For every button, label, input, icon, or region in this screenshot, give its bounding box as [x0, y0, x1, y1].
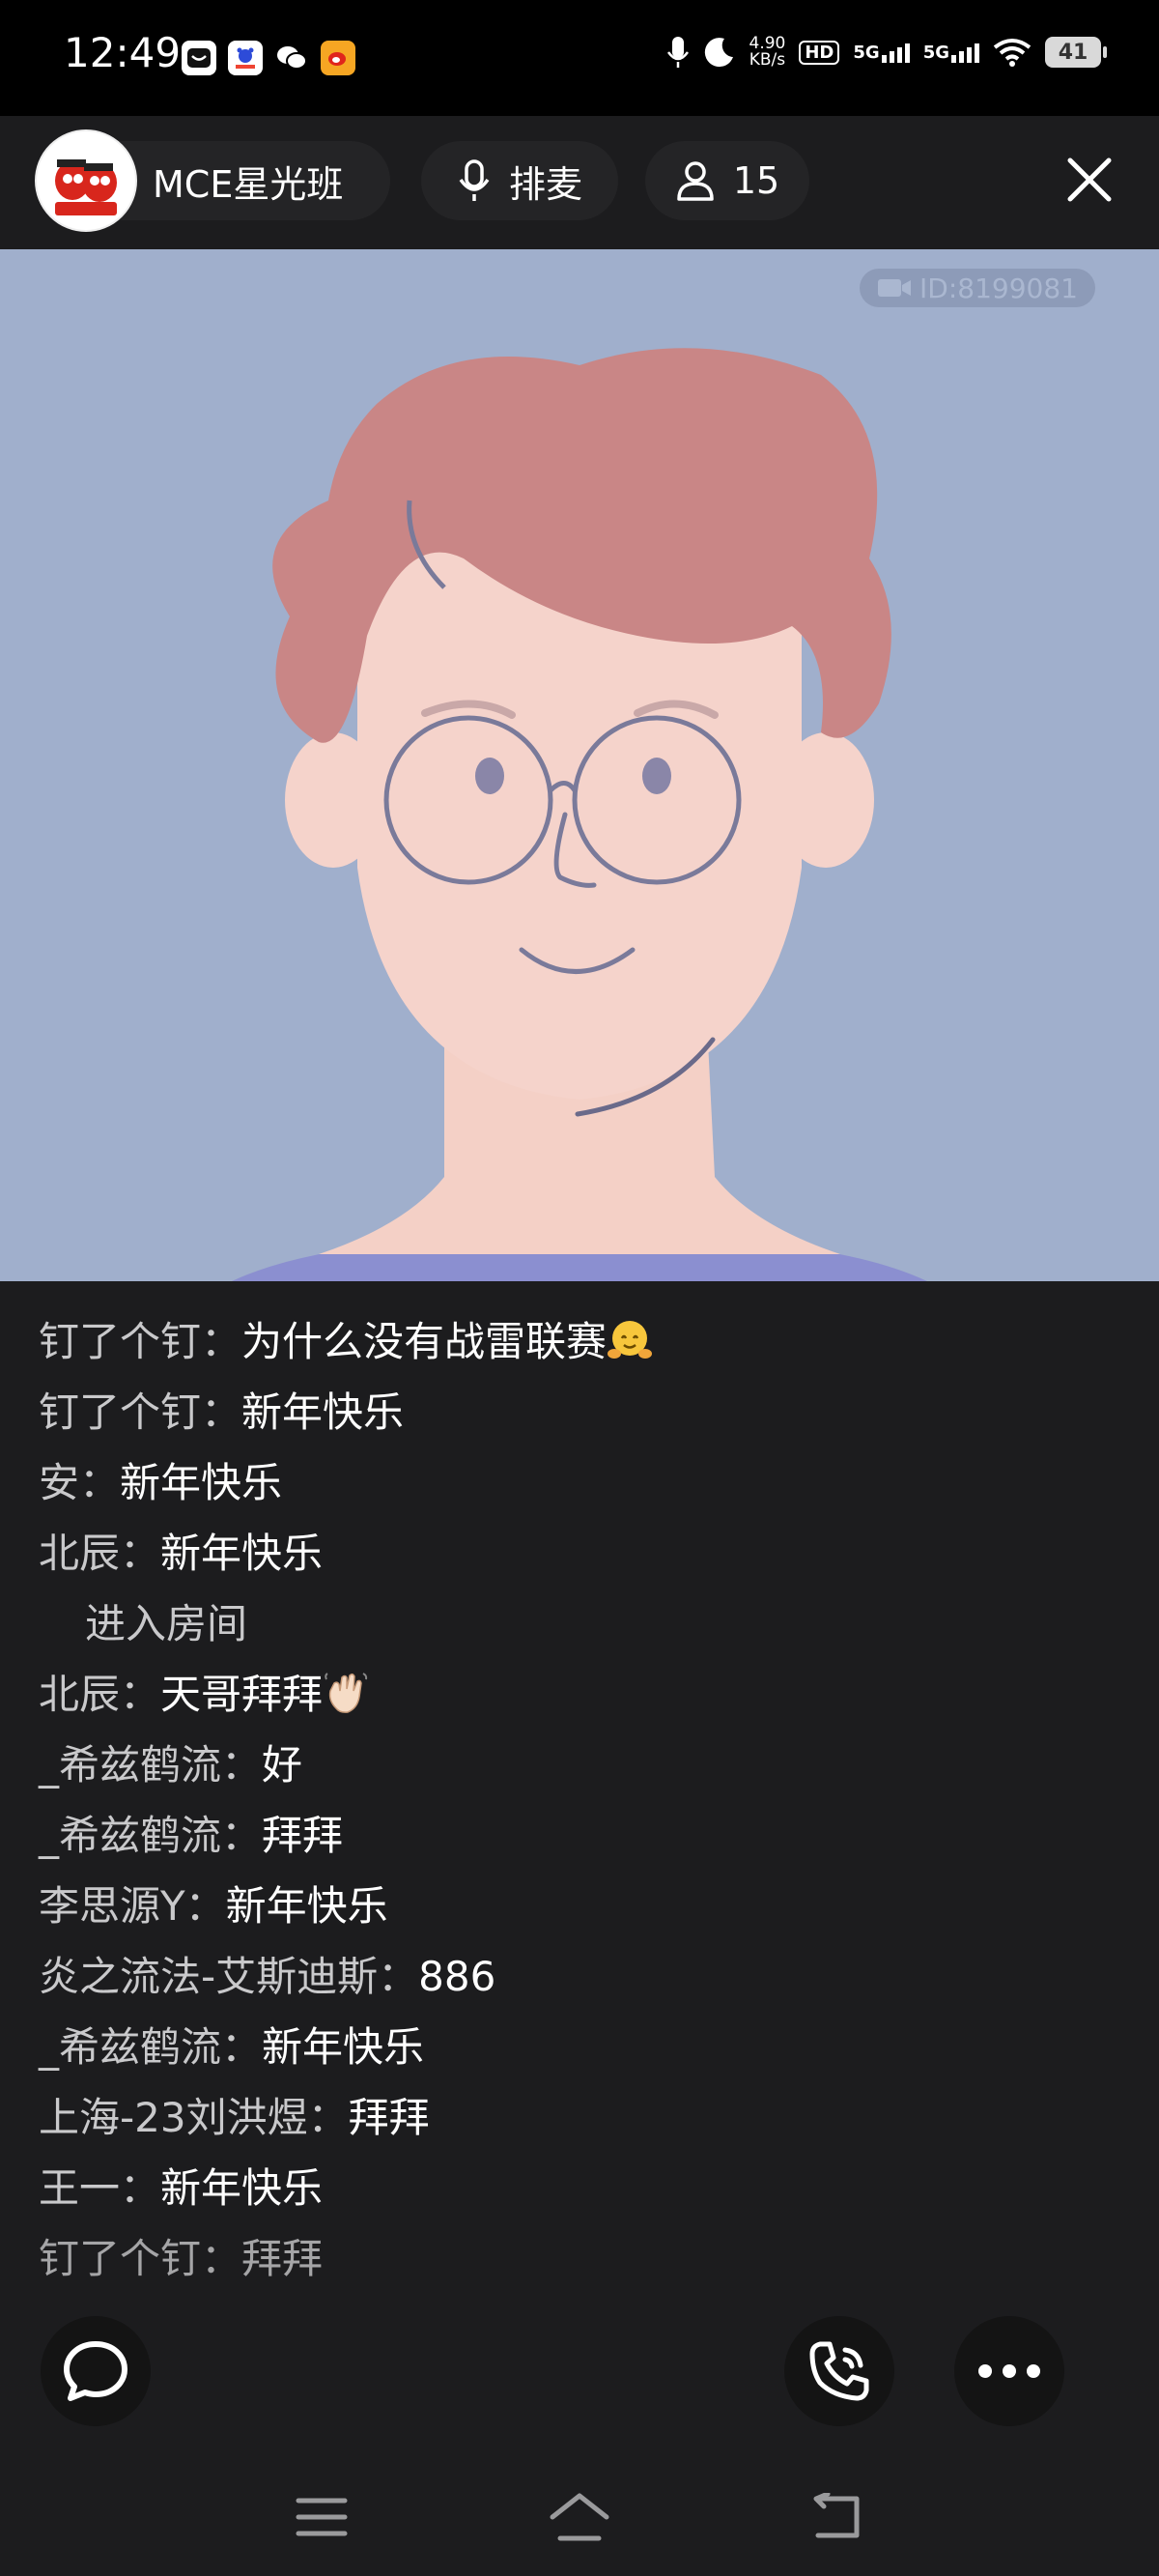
- chat-message: 北辰：天哥拜拜: [39, 1659, 1120, 1730]
- chat-button[interactable]: [41, 2316, 151, 2426]
- chat-text: 拜拜: [241, 2235, 324, 2282]
- member-count-button[interactable]: 15: [645, 141, 809, 220]
- chat-message: 王一：新年快乐: [39, 2153, 1120, 2223]
- chat-text: 拜拜: [348, 2094, 430, 2141]
- close-button[interactable]: [1060, 151, 1118, 209]
- microphone-icon: [459, 159, 490, 201]
- chat-text: 886: [418, 1953, 496, 2000]
- status-time: 12:49: [64, 29, 182, 76]
- message-app-icon: [182, 41, 216, 75]
- chat-text: 新年快乐: [160, 2164, 324, 2212]
- phone-call-icon: [809, 2341, 869, 2401]
- menu-icon: [296, 2498, 348, 2536]
- chat-username[interactable]: 安：: [39, 1459, 120, 1506]
- chat-text: 为什么没有战雷联赛: [241, 1318, 608, 1365]
- chat-text: 新年快乐: [262, 2023, 425, 2071]
- chat-username[interactable]: 北辰：: [39, 1530, 160, 1577]
- network-type-1: 5G: [853, 43, 880, 63]
- signal-2: 5G: [923, 42, 979, 63]
- close-icon: [1067, 157, 1112, 202]
- nav-back-button[interactable]: [804, 2483, 871, 2551]
- chat-text: 进入房间: [85, 1600, 248, 1647]
- chat-text: 拜拜: [262, 1812, 344, 1859]
- chat-username[interactable]: _希兹鹤流：: [39, 2023, 262, 2071]
- chat-message: _希兹鹤流：好: [39, 1730, 1120, 1800]
- chat-username[interactable]: 李思源Y：: [39, 1882, 226, 1930]
- speed-unit: KB/s: [749, 50, 786, 70]
- host-video-area[interactable]: ID:8199081: [0, 249, 1159, 1281]
- chat-username[interactable]: 钉了个钉：: [39, 2235, 241, 2282]
- chat-text: 新年快乐: [160, 1530, 324, 1577]
- hd-badge: HD: [799, 40, 840, 65]
- chat-username[interactable]: _希兹鹤流：: [39, 1812, 262, 1859]
- more-dots-icon: [978, 2364, 1040, 2378]
- chat-message: 李思源Y：新年快乐: [39, 1871, 1120, 1941]
- chat-text: 好: [262, 1741, 303, 1789]
- chat-message: 炎之流法-艾斯迪斯：886: [39, 1941, 1120, 2012]
- video-id-text: ID:8199081: [919, 272, 1078, 304]
- video-id-badge: ID:8199081: [860, 269, 1095, 307]
- chat-username[interactable]: 上海-23刘洪煜：: [39, 2094, 349, 2141]
- battery-indicator: 41: [1045, 37, 1107, 68]
- chat-system-message: 进入房间: [39, 1589, 1120, 1659]
- wifi-icon: [993, 39, 1032, 67]
- chat-text: 新年快乐: [120, 1459, 283, 1506]
- wechat-icon: [274, 41, 309, 75]
- chat-username[interactable]: 钉了个钉：: [39, 1318, 241, 1365]
- speech-bubble-icon: [64, 2341, 127, 2401]
- system-navigation-bar: [0, 2454, 1159, 2576]
- chat-message: 钉了个钉：新年快乐: [39, 1377, 1120, 1447]
- chat-username[interactable]: 钉了个钉：: [39, 1388, 241, 1436]
- network-speed: 4.90 KB/s: [749, 36, 786, 69]
- chat-username[interactable]: 北辰：: [39, 1671, 160, 1718]
- hugging-face-emoji-icon: [608, 1321, 653, 1359]
- member-count: 15: [732, 159, 780, 202]
- signal-1: 5G: [853, 42, 910, 63]
- baidu-app-icon: [228, 41, 263, 75]
- microphone-status-icon: [666, 37, 689, 68]
- room-name: MCE星光班: [153, 162, 344, 206]
- back-icon: [813, 2493, 860, 2538]
- more-options-button[interactable]: [954, 2316, 1064, 2426]
- video-camera-icon: [878, 279, 912, 297]
- chat-text: 新年快乐: [241, 1388, 405, 1436]
- chat-message-list[interactable]: 钉了个钉：为什么没有战雷联赛 钉了个钉：新年快乐 安：新年快乐 北辰：新年快乐 进入房间…: [39, 1306, 1120, 2294]
- room-header: MCE星光班 排麦 15: [0, 116, 1159, 249]
- chat-message: 钉了个钉：为什么没有战雷联赛: [39, 1306, 1120, 1377]
- do-not-disturb-moon-icon: [704, 38, 733, 68]
- mic-queue-button[interactable]: 排麦: [421, 141, 618, 220]
- signal-bars-icon: [881, 42, 910, 63]
- chat-username[interactable]: _希兹鹤流：: [39, 1741, 262, 1789]
- room-logo-icon: [42, 136, 130, 225]
- mic-queue-label: 排麦: [508, 162, 582, 206]
- chat-message: 钉了个钉：拜拜: [39, 2223, 1120, 2294]
- chat-message: _希兹鹤流：新年快乐: [39, 2012, 1120, 2082]
- chat-message: _希兹鹤流：拜拜: [39, 1800, 1120, 1871]
- default-host-avatar-illustration: [0, 249, 1159, 1281]
- chat-message: 安：新年快乐: [39, 1447, 1120, 1518]
- person-icon: [677, 161, 714, 201]
- room-info-button[interactable]: MCE星光班: [35, 129, 390, 232]
- notification-icons: [182, 41, 355, 75]
- signal-bars-icon: [951, 42, 979, 63]
- chat-text: 新年快乐: [225, 1882, 388, 1930]
- waving-hand-emoji-icon: [325, 1673, 368, 1713]
- weibo-app-icon: [321, 41, 355, 75]
- room-avatar: [35, 129, 137, 232]
- nav-home-button[interactable]: [546, 2483, 613, 2551]
- chat-username[interactable]: 王一：: [39, 2164, 160, 2212]
- network-type-2: 5G: [922, 43, 949, 63]
- status-bar: 12:49 4.90 KB/s HD 5G 5G 41: [0, 0, 1159, 116]
- status-right-icons: 4.90 KB/s HD 5G 5G 41: [666, 35, 1107, 70]
- home-icon: [550, 2493, 609, 2541]
- chat-username[interactable]: 炎之流法-艾斯迪斯：: [39, 1953, 418, 2000]
- chat-message: 上海-23刘洪煜：拜拜: [39, 2082, 1120, 2153]
- chat-text: 天哥拜拜: [160, 1671, 324, 1718]
- nav-menu-button[interactable]: [288, 2483, 355, 2551]
- chat-message: 北辰：新年快乐: [39, 1518, 1120, 1589]
- voice-call-button[interactable]: [784, 2316, 894, 2426]
